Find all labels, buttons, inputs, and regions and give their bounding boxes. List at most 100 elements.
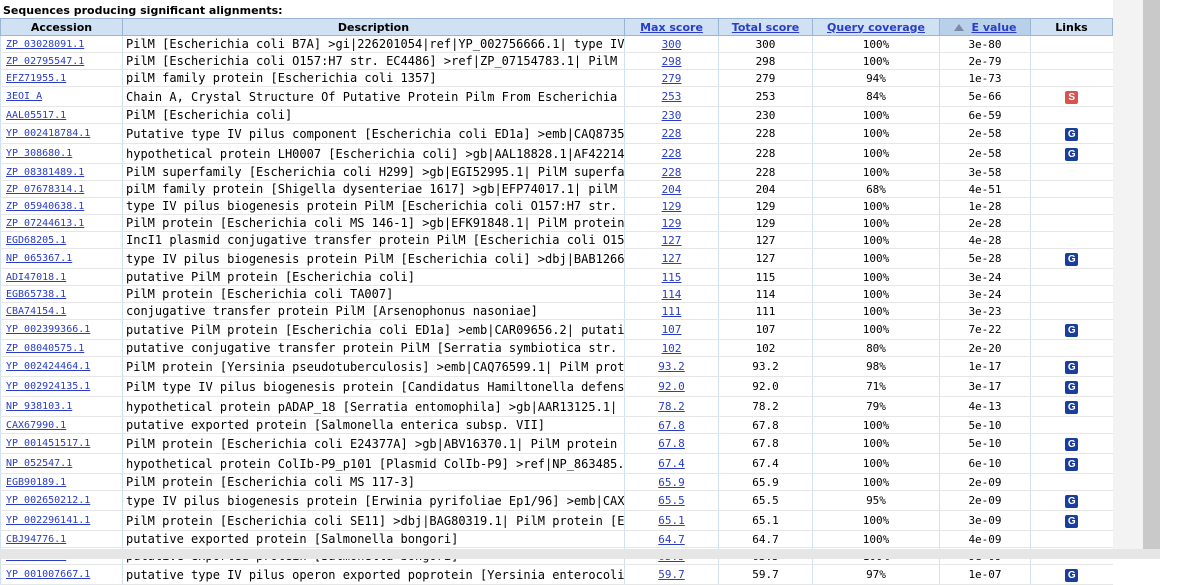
max-score-cell-link[interactable]: 111 bbox=[662, 305, 682, 318]
max-score-cell-link[interactable]: 102 bbox=[662, 342, 682, 355]
accession-cell-link[interactable]: ZP 07244613.1 bbox=[6, 218, 84, 229]
max-score-cell-link[interactable]: 65.1 bbox=[658, 514, 685, 527]
max-score-cell-link[interactable]: 253 bbox=[662, 90, 682, 103]
accession-cell-link[interactable]: YP 002650212.1 bbox=[6, 495, 90, 506]
max-score-cell-link[interactable]: 107 bbox=[662, 323, 682, 336]
e-value-cell: 5e-10 bbox=[939, 416, 1031, 434]
header-query-coverage[interactable]: Query coverage bbox=[812, 18, 940, 36]
gene-link-icon[interactable]: G bbox=[1065, 458, 1079, 471]
max-score-cell-link[interactable]: 92.0 bbox=[658, 380, 685, 393]
max-score-cell-link[interactable]: 65.9 bbox=[658, 476, 685, 489]
header-query-coverage-label[interactable]: Query coverage bbox=[827, 21, 925, 34]
header-total-score[interactable]: Total score bbox=[718, 18, 813, 36]
header-e-value[interactable]: E value bbox=[939, 18, 1031, 36]
max-score-cell-link[interactable]: 64.7 bbox=[658, 533, 685, 546]
accession-cell-link[interactable]: AAL05517.1 bbox=[6, 110, 66, 121]
accession-cell-link[interactable]: EGB90189.1 bbox=[6, 477, 66, 488]
max-score-cell-link[interactable]: 279 bbox=[662, 72, 682, 85]
header-max-score-label[interactable]: Max score bbox=[640, 21, 703, 34]
accession-cell-link[interactable]: ZP 08040575.1 bbox=[6, 343, 84, 354]
gene-link-icon[interactable]: G bbox=[1065, 324, 1079, 337]
links-cell: G bbox=[1030, 376, 1113, 397]
accession-cell-link[interactable]: YP 001451517.1 bbox=[6, 438, 90, 449]
accession-cell-link[interactable]: ADI47018.1 bbox=[6, 272, 66, 283]
max-score-cell-link[interactable]: 127 bbox=[662, 252, 682, 265]
gene-link-icon[interactable]: G bbox=[1065, 401, 1079, 414]
accession-cell-link[interactable]: YP 002296141.1 bbox=[6, 515, 90, 526]
accession-cell-link[interactable]: YP 002399366.1 bbox=[6, 324, 90, 335]
accession-cell-link[interactable]: YP 002924135.1 bbox=[6, 381, 90, 392]
accession-cell-link[interactable]: 3EOI A bbox=[6, 91, 42, 102]
max-score-cell-link[interactable]: 67.4 bbox=[658, 457, 685, 470]
accession-cell: YP 002924135.1 bbox=[0, 376, 123, 397]
max-score-cell-link[interactable]: 228 bbox=[662, 127, 682, 140]
total-score-cell: 279 bbox=[718, 69, 813, 87]
max-score-cell-link[interactable]: 59.7 bbox=[658, 568, 685, 581]
accession-cell-link[interactable]: CAX67990.1 bbox=[6, 420, 66, 431]
table-row: ZP 03028091.1 PilM [Escherichia coli B7A]… bbox=[0, 35, 1113, 53]
accession-cell-link[interactable]: EGB65738.1 bbox=[6, 289, 66, 300]
accession-cell-link[interactable]: YP 002418784.1 bbox=[6, 128, 90, 139]
accession-cell: NP 065367.1 bbox=[0, 248, 123, 269]
gene-link-icon[interactable]: G bbox=[1065, 515, 1079, 528]
e-value-cell: 3e-23 bbox=[939, 302, 1031, 320]
max-score-cell-link[interactable]: 129 bbox=[662, 217, 682, 230]
accession-cell-link[interactable]: ZP 05940638.1 bbox=[6, 201, 84, 212]
e-value-cell: 6e-10 bbox=[939, 453, 1031, 474]
max-score-cell-link[interactable]: 298 bbox=[662, 55, 682, 68]
gene-link-icon[interactable]: G bbox=[1065, 569, 1079, 582]
max-score-cell-link[interactable]: 228 bbox=[662, 147, 682, 160]
accession-cell-link[interactable]: YP 308680.1 bbox=[6, 148, 72, 159]
horizontal-scrollbar[interactable] bbox=[0, 549, 1160, 559]
max-score-cell-link[interactable]: 204 bbox=[662, 183, 682, 196]
max-score-cell-link[interactable]: 93.2 bbox=[658, 360, 685, 373]
max-score-cell-link[interactable]: 65.5 bbox=[658, 494, 685, 507]
accession-cell-link[interactable]: ZP 07678314.1 bbox=[6, 184, 84, 195]
accession-cell: CAX67990.1 bbox=[0, 416, 123, 434]
max-score-cell: 228 bbox=[624, 143, 719, 164]
page-title: Sequences producing significant alignmen… bbox=[3, 4, 283, 17]
header-max-score[interactable]: Max score bbox=[624, 18, 719, 36]
accession-cell-link[interactable]: ZP 02795547.1 bbox=[6, 56, 84, 67]
table-row: NP 065367.1 type IV pilus biogenesis prot… bbox=[0, 248, 1113, 269]
header-total-score-label[interactable]: Total score bbox=[732, 21, 799, 34]
max-score-cell: 78.2 bbox=[624, 396, 719, 417]
max-score-cell-link[interactable]: 115 bbox=[662, 271, 682, 284]
total-score-cell: 127 bbox=[718, 248, 813, 269]
gene-link-icon[interactable]: G bbox=[1065, 361, 1079, 374]
max-score-cell-link[interactable]: 127 bbox=[662, 234, 682, 247]
table-row: YP 002424464.1 PilM protein [Yersinia pse… bbox=[0, 356, 1113, 377]
gene-link-icon[interactable]: G bbox=[1065, 381, 1079, 394]
total-score-cell: 115 bbox=[718, 268, 813, 286]
max-score-cell-link[interactable]: 300 bbox=[662, 38, 682, 51]
gene-link-icon[interactable]: G bbox=[1065, 495, 1079, 508]
accession-cell: ZP 02795547.1 bbox=[0, 52, 123, 70]
accession-cell-link[interactable]: ZP 03028091.1 bbox=[6, 39, 84, 50]
gene-link-icon[interactable]: G bbox=[1065, 253, 1079, 266]
gene-link-icon[interactable]: G bbox=[1065, 128, 1079, 141]
header-e-value-label[interactable]: E value bbox=[972, 21, 1017, 34]
max-score-cell-link[interactable]: 67.8 bbox=[658, 419, 685, 432]
structure-link-icon[interactable]: S bbox=[1065, 91, 1079, 104]
accession-cell-link[interactable]: NP 065367.1 bbox=[6, 253, 72, 264]
max-score-cell-link[interactable]: 129 bbox=[662, 200, 682, 213]
gene-link-icon[interactable]: G bbox=[1065, 438, 1079, 451]
max-score-cell-link[interactable]: 228 bbox=[662, 166, 682, 179]
accession-cell-link[interactable]: NP 938103.1 bbox=[6, 401, 72, 412]
max-score-cell-link[interactable]: 114 bbox=[662, 288, 682, 301]
accession-cell-link[interactable]: YP 001007667.1 bbox=[6, 569, 90, 580]
accession-cell: NP 938103.1 bbox=[0, 396, 123, 417]
max-score-cell-link[interactable]: 67.8 bbox=[658, 437, 685, 450]
accession-cell-link[interactable]: ZP 08381489.1 bbox=[6, 167, 84, 178]
accession-cell-link[interactable]: YP 002424464.1 bbox=[6, 361, 90, 372]
accession-cell-link[interactable]: EGD68205.1 bbox=[6, 235, 66, 246]
query-coverage-cell: 100% bbox=[812, 285, 940, 303]
gene-link-icon[interactable]: G bbox=[1065, 148, 1079, 161]
accession-cell-link[interactable]: CBJ94776.1 bbox=[6, 534, 66, 545]
max-score-cell-link[interactable]: 230 bbox=[662, 109, 682, 122]
accession-cell-link[interactable]: NP 052547.1 bbox=[6, 458, 72, 469]
accession-cell-link[interactable]: CBA74154.1 bbox=[6, 306, 66, 317]
accession-cell-link[interactable]: EFZ71955.1 bbox=[6, 73, 66, 84]
max-score-cell-link[interactable]: 78.2 bbox=[658, 400, 685, 413]
vertical-scrollbar[interactable] bbox=[1143, 0, 1160, 549]
